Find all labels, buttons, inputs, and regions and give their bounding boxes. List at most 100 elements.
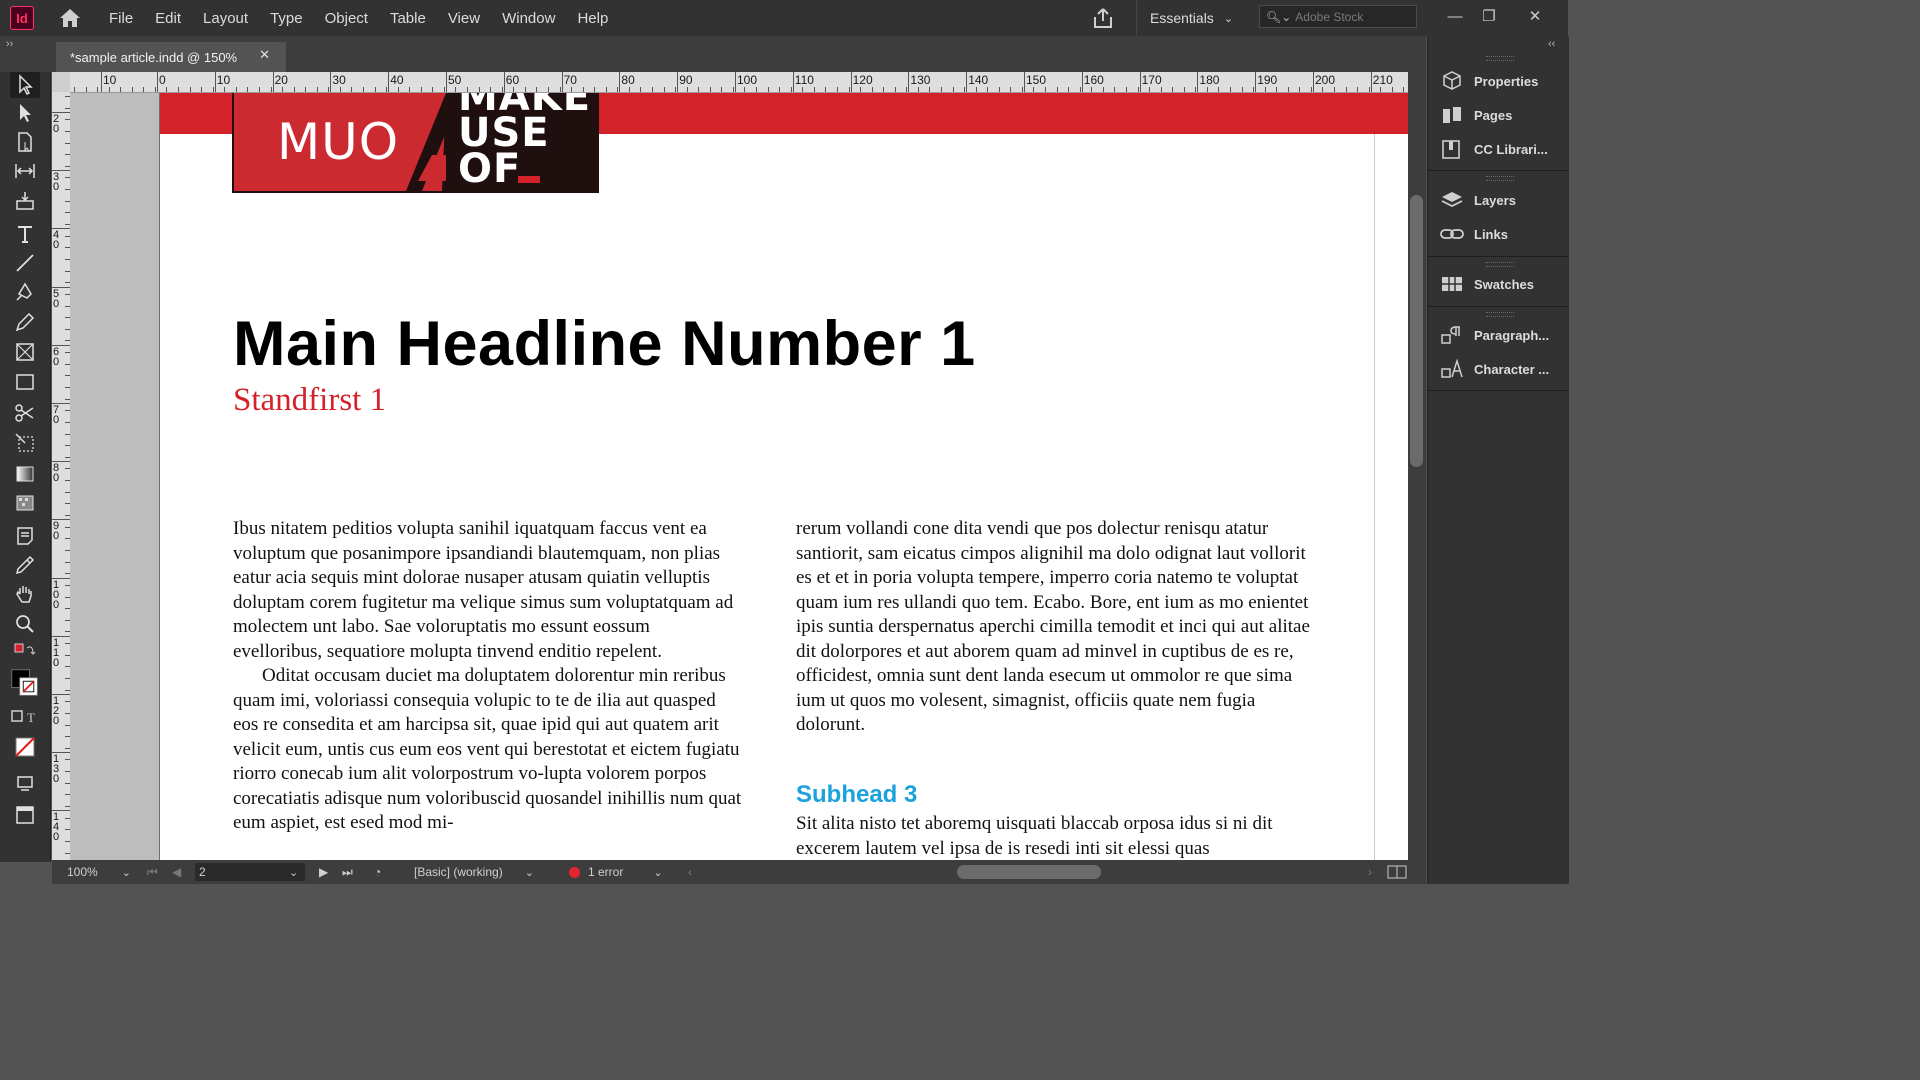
panel-pages[interactable]: Pages <box>1440 102 1512 128</box>
zoom-tool-icon[interactable] <box>10 611 40 637</box>
free-transform-tool-icon[interactable] <box>10 430 40 456</box>
last-page-icon[interactable]: ⏭ <box>342 860 353 884</box>
open-document-folder-icon[interactable]: ◔ <box>374 860 381 884</box>
scissors-tool-icon[interactable] <box>10 400 40 426</box>
content-collector-icon[interactable] <box>10 188 40 214</box>
ruler-label: 190 <box>1257 73 1278 87</box>
makeuseof-logo[interactable]: MUO MAKE USE OF <box>232 93 599 193</box>
ruler-minor-tick <box>455 87 457 92</box>
panel-links[interactable]: Links <box>1440 221 1508 247</box>
restore-button[interactable]: ❐ <box>1474 4 1504 28</box>
ruler-minor-tick <box>420 87 422 92</box>
ruler-minor-tick <box>339 87 341 92</box>
ruler-minor-tick <box>767 87 769 92</box>
menu-window[interactable]: Window <box>491 10 566 27</box>
panel-group-grip[interactable] <box>1486 56 1514 61</box>
fill-stroke-swatch[interactable] <box>10 665 40 701</box>
menu-view[interactable]: View <box>437 10 491 27</box>
panel-properties[interactable]: Properties <box>1440 68 1538 94</box>
menu-edit[interactable]: Edit <box>144 10 192 27</box>
ruler-origin[interactable] <box>52 72 70 92</box>
body-text-frame-left[interactable]: Ibus nitatem peditios volupta sanihil iq… <box>233 517 743 836</box>
selection-tool-icon[interactable] <box>10 72 40 98</box>
scroll-right-icon[interactable]: › <box>1368 860 1372 884</box>
chevron-down-icon[interactable]: ⌄ <box>289 860 298 884</box>
minimize-button[interactable]: — <box>1440 4 1470 28</box>
horizontal-ruler[interactable]: 10 0 10 20 30 40 50 60 70 80 90 100 110 120 130 140 150 1… <box>70 72 1408 93</box>
previous-page-icon[interactable]: ◀ <box>172 860 181 884</box>
ruler-major-tick <box>966 72 968 92</box>
preflight-profile[interactable]: [Basic] (working) ⌄ <box>414 860 534 884</box>
horizontal-scrollbar-thumb[interactable] <box>957 865 1101 879</box>
gradient-feather-tool-icon[interactable] <box>10 490 40 516</box>
eyedropper-tool-icon[interactable] <box>10 552 40 578</box>
menu-help[interactable]: Help <box>566 10 619 27</box>
menu-object[interactable]: Object <box>314 10 379 27</box>
body-text-frame-right[interactable]: rerum vollandi cone dita vendi que pos d… <box>796 517 1311 738</box>
panel-group-grip[interactable] <box>1486 176 1514 181</box>
close-tab-button[interactable]: ✕ <box>259 47 270 63</box>
ruler-major-tick <box>1197 72 1199 92</box>
document-page[interactable]: MUO MAKE USE OF Main Headline Number 1 S… <box>159 93 1408 860</box>
vertical-scrollbar-thumb[interactable] <box>1410 195 1423 467</box>
panel-group-grip[interactable] <box>1486 262 1514 267</box>
chevron-down-icon[interactable]: ⌄ <box>122 866 131 879</box>
ruler-minor-tick <box>663 87 665 92</box>
adobe-stock-search[interactable]: 🔍︎⌄ Adobe Stock <box>1259 5 1417 28</box>
screen-mode-icon[interactable] <box>10 770 40 796</box>
apply-none-icon[interactable] <box>10 734 40 760</box>
gap-tool-icon[interactable] <box>10 158 40 184</box>
rectangle-tool-icon[interactable] <box>10 369 40 395</box>
ruler-minor-tick <box>941 87 942 92</box>
workspace-switcher[interactable]: Essentials ⌄ <box>1136 0 1233 36</box>
vertical-scrollbar[interactable] <box>1408 72 1426 862</box>
collapse-dock-icon[interactable]: ‹‹ <box>1548 38 1555 50</box>
article-subhead[interactable]: Subhead 3 <box>796 781 917 809</box>
type-tool-icon[interactable] <box>10 221 40 247</box>
menu-file[interactable]: File <box>98 10 144 27</box>
chevron-down-icon[interactable]: ⌄ <box>525 866 534 879</box>
home-icon[interactable] <box>58 7 82 29</box>
formatting-affects-container-icon[interactable]: T <box>10 706 40 728</box>
ruler-minor-tick <box>1241 87 1243 92</box>
panel-group-grip[interactable] <box>1486 312 1514 317</box>
ruler-minor-tick <box>212 87 214 92</box>
first-page-icon[interactable]: ⏮ <box>147 860 158 884</box>
menu-layout[interactable]: Layout <box>192 10 259 27</box>
share-icon[interactable] <box>1092 6 1114 30</box>
character-icon <box>1440 358 1464 380</box>
menu-type[interactable]: Type <box>259 10 314 27</box>
panel-swatches[interactable]: Swatches <box>1440 271 1534 297</box>
panel-character[interactable]: Character ... <box>1440 356 1549 382</box>
article-standfirst[interactable]: Standfirst 1 <box>233 382 386 419</box>
hand-tool-icon[interactable] <box>10 581 40 607</box>
menu-table[interactable]: Table <box>379 10 437 27</box>
panel-paragraph[interactable]: Paragraph... <box>1440 322 1549 348</box>
panel-dock <box>1427 36 1569 884</box>
vertical-ruler[interactable]: 20 30 40 50 60 70 80 90 100 110 120 130 140 <box>52 92 71 860</box>
chevron-down-icon[interactable]: ⌄ <box>653 866 662 879</box>
pasteboard[interactable]: MUO MAKE USE OF Main Headline Number 1 S… <box>70 93 1408 860</box>
pencil-tool-icon[interactable] <box>10 309 40 335</box>
line-tool-icon[interactable] <box>10 250 40 276</box>
pen-tool-icon[interactable] <box>10 279 40 305</box>
split-window-icon[interactable] <box>1387 860 1407 884</box>
zoom-level-field[interactable]: 100% ⌄ <box>67 860 131 884</box>
direct-selection-tool-icon[interactable] <box>10 100 40 126</box>
expand-panel-icon[interactable]: ›› <box>6 38 13 50</box>
scroll-left-icon[interactable]: ‹ <box>688 860 692 884</box>
body-text-frame-right-lower[interactable]: Sit alita nisto tet aboremq uisquati bla… <box>796 812 1311 860</box>
gradient-swatch-tool-icon[interactable] <box>10 461 40 487</box>
rectangle-frame-tool-icon[interactable] <box>10 339 40 365</box>
panel-layers[interactable]: Layers <box>1440 187 1516 213</box>
article-headline[interactable]: Main Headline Number 1 <box>233 308 976 380</box>
view-mode-icon[interactable] <box>10 802 40 828</box>
close-window-button[interactable]: ✕ <box>1520 4 1550 28</box>
swap-fill-stroke-icon[interactable] <box>10 640 40 660</box>
panel-cc-libraries[interactable]: CC Librari... <box>1440 136 1548 162</box>
page-tool-icon[interactable] <box>10 129 40 155</box>
note-tool-icon[interactable] <box>10 523 40 549</box>
next-page-icon[interactable]: ▶ <box>319 860 328 884</box>
document-tab[interactable]: *sample article.indd @ 150% ✕ <box>56 42 286 72</box>
preflight-status[interactable]: 1 error ⌄ <box>569 860 663 884</box>
